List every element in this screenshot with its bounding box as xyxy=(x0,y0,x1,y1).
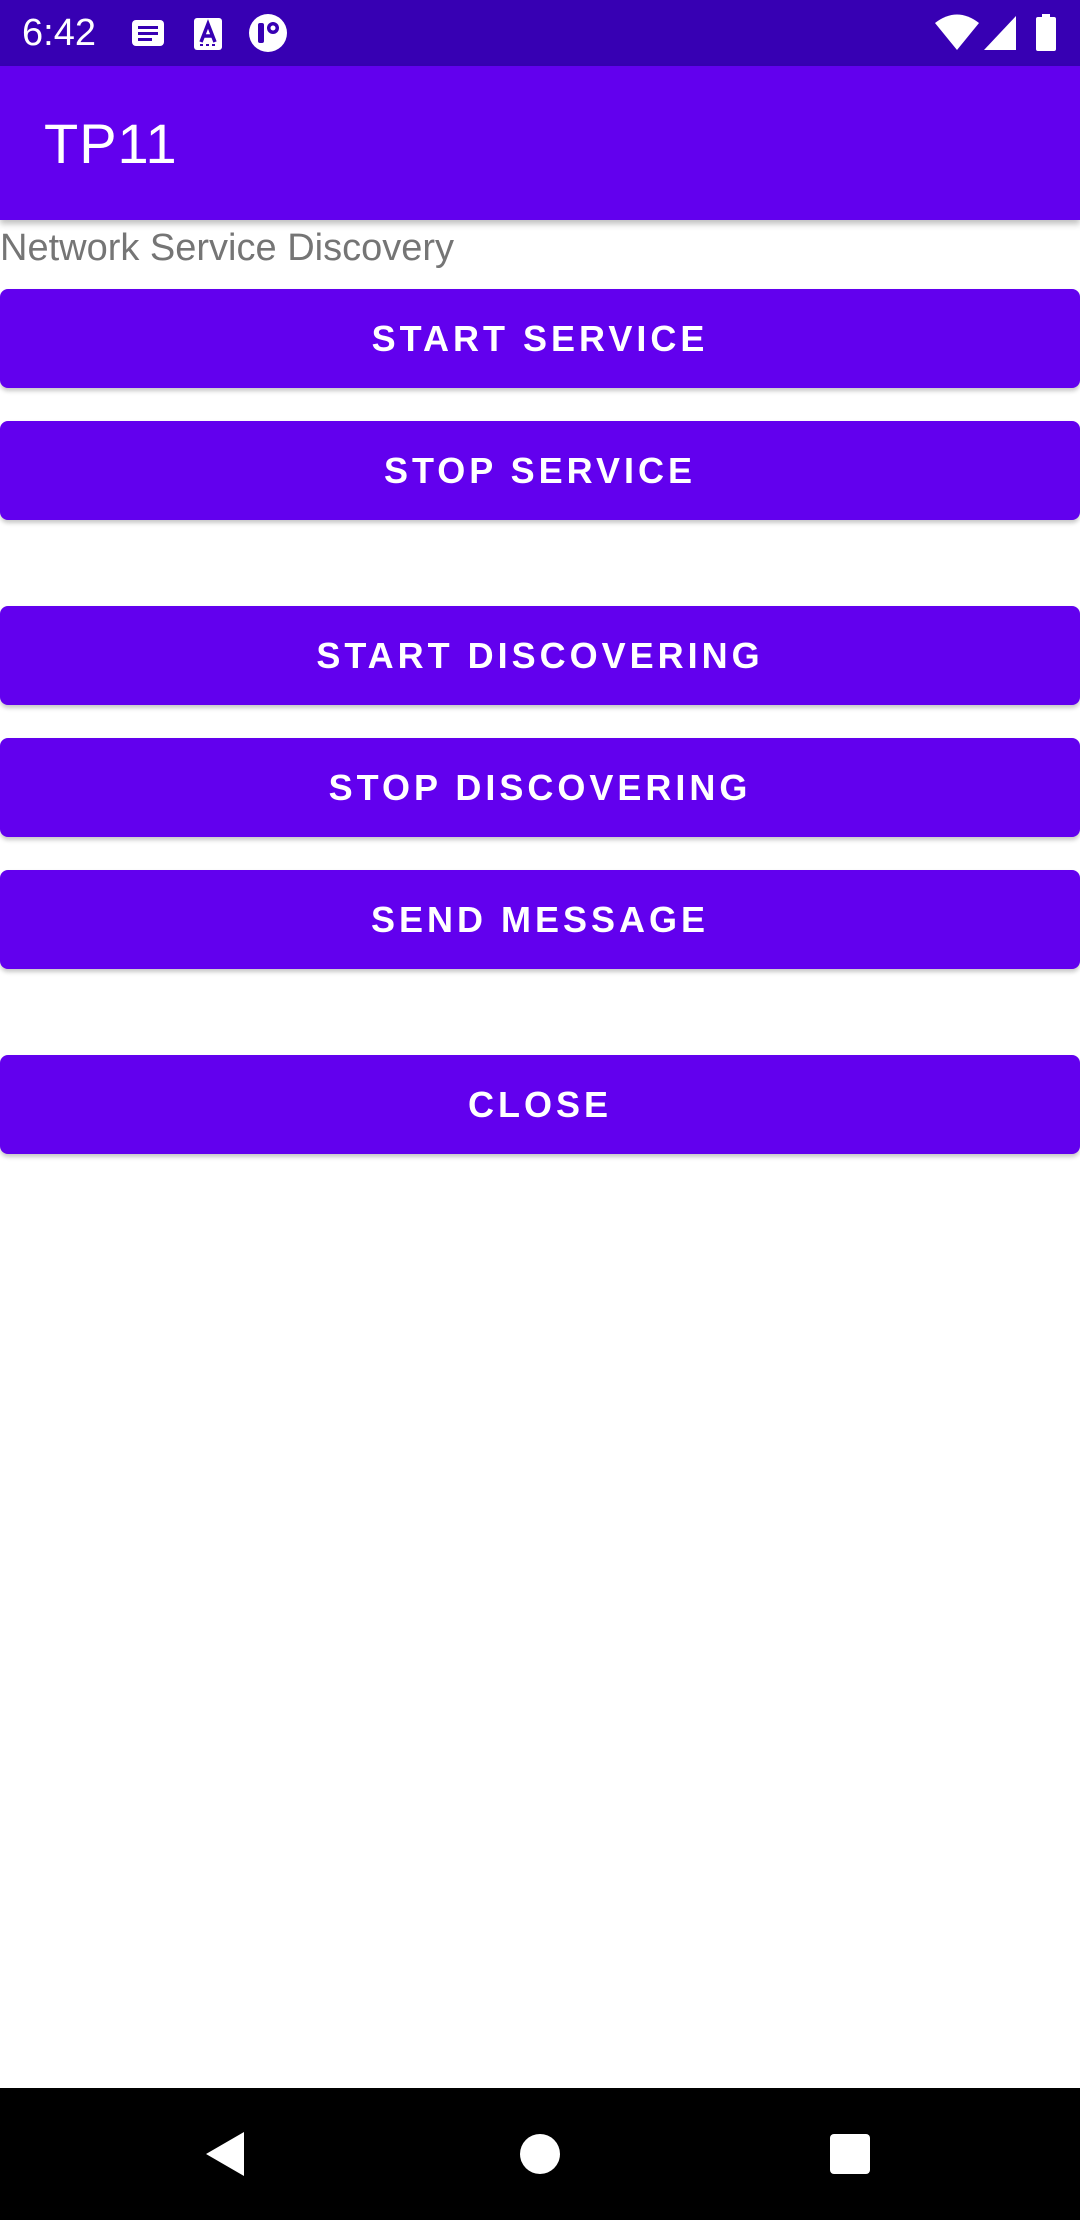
text-notification-icon xyxy=(190,16,226,52)
close-button[interactable]: CLOSE xyxy=(0,1055,1080,1154)
app-bar: TP11 xyxy=(0,66,1080,220)
navigation-bar xyxy=(0,2088,1080,2220)
start-discovering-button[interactable]: START DISCOVERING xyxy=(0,606,1080,705)
app-notification-icon xyxy=(248,13,288,53)
send-message-button[interactable]: SEND MESSAGE xyxy=(0,870,1080,969)
stop-discovering-button[interactable]: STOP DISCOVERING xyxy=(0,738,1080,837)
status-time: 6:42 xyxy=(22,12,96,54)
cell-signal-icon xyxy=(982,14,1018,52)
app-screen: 6:42 TP11 Network Service Discovery STAR… xyxy=(0,0,1080,2220)
wifi-icon xyxy=(934,14,980,52)
battery-icon xyxy=(1034,14,1058,52)
message-notification-icon xyxy=(130,16,166,52)
home-icon[interactable] xyxy=(500,2114,580,2194)
start-service-button[interactable]: START SERVICE xyxy=(0,289,1080,388)
status-bar: 6:42 xyxy=(0,0,1080,66)
recents-icon[interactable] xyxy=(810,2114,890,2194)
section-subtitle: Network Service Discovery xyxy=(0,227,454,269)
back-icon[interactable] xyxy=(186,2114,266,2194)
stop-service-button[interactable]: STOP SERVICE xyxy=(0,421,1080,520)
app-title: TP11 xyxy=(44,112,178,175)
